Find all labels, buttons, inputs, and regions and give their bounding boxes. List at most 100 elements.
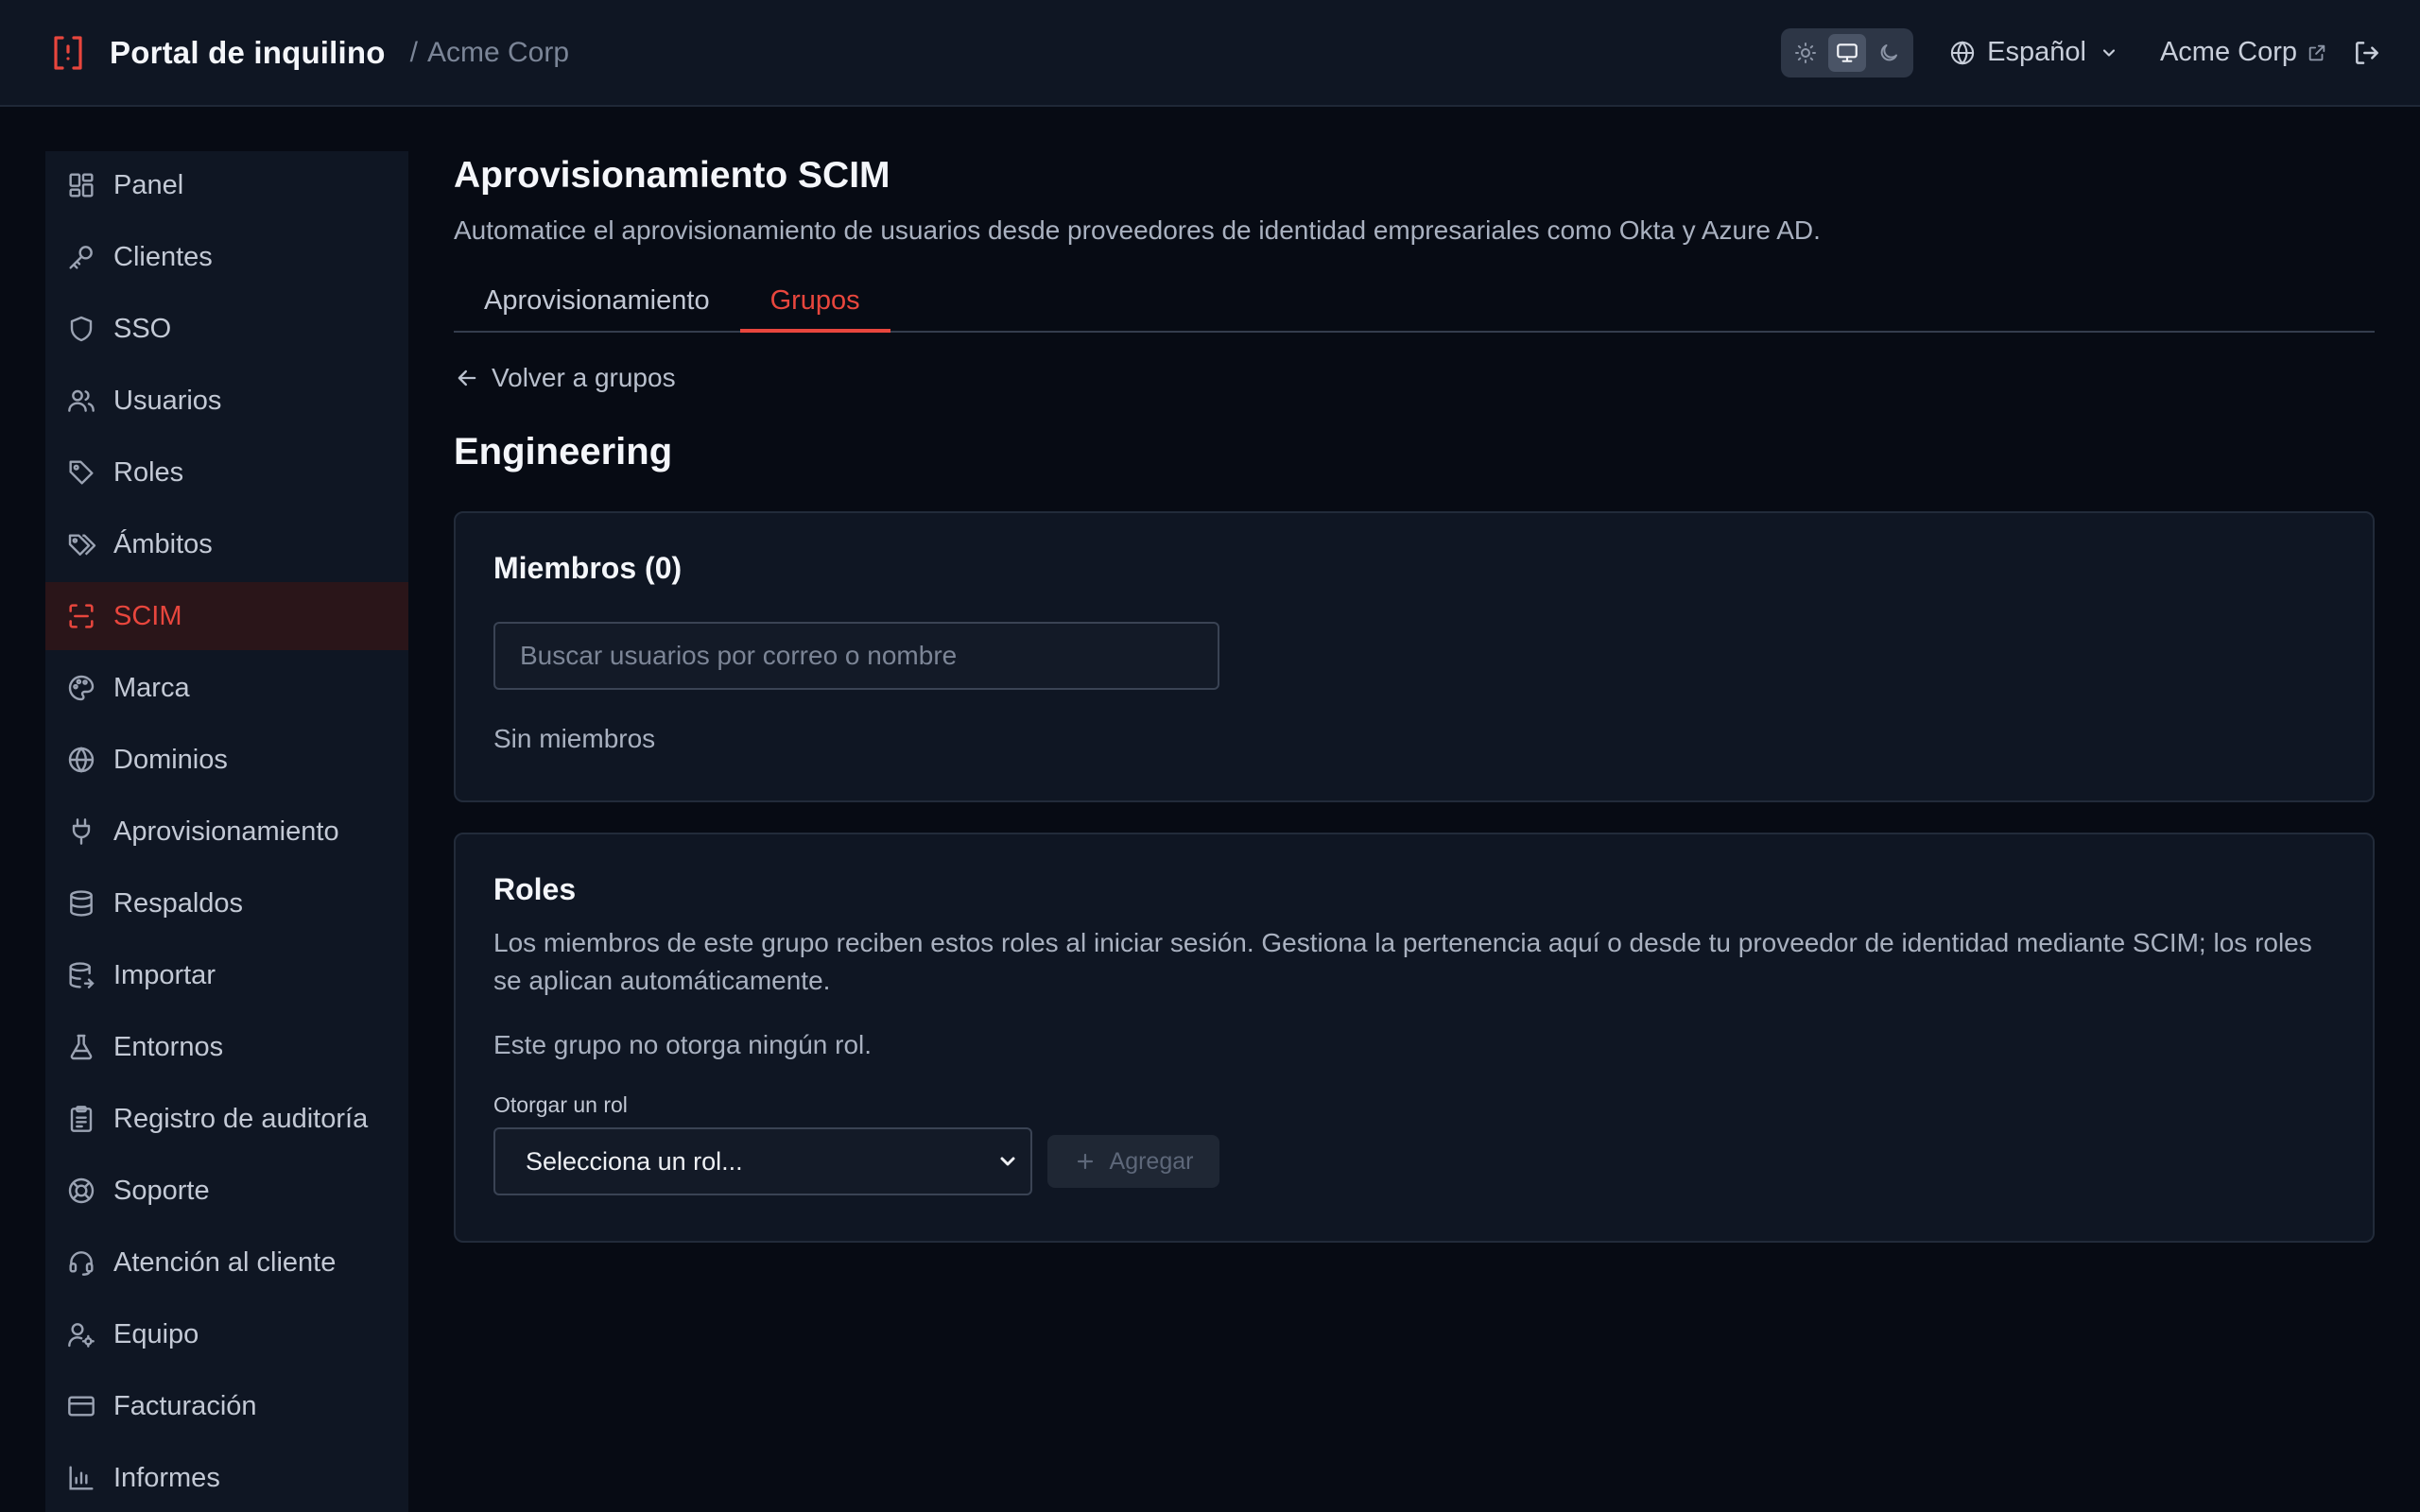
headset-icon (66, 1247, 96, 1278)
language-selector[interactable]: Español (1949, 37, 2118, 68)
credit-card-icon (66, 1391, 96, 1421)
sidebar-item-respaldos[interactable]: Respaldos (45, 869, 408, 937)
sidebar-item-label: Panel (113, 169, 184, 200)
arrow-left-icon (454, 365, 480, 391)
database-icon (66, 888, 96, 919)
sidebar-item-dominios[interactable]: Dominios (45, 726, 408, 794)
plus-icon (1074, 1150, 1097, 1173)
key-icon (66, 242, 96, 272)
palette-icon (66, 673, 96, 703)
shield-icon (66, 314, 96, 344)
members-empty-text: Sin miembros (493, 724, 656, 753)
sun-icon[interactable] (1787, 34, 1824, 72)
globe-icon (1949, 40, 1976, 66)
members-title: Miembros (0) (493, 551, 683, 585)
scan-icon (66, 601, 96, 631)
sidebar-item-facturacion[interactable]: Facturación (45, 1372, 408, 1440)
sidebar-item-sso[interactable]: SSO (45, 295, 408, 363)
member-search-input[interactable] (493, 622, 1219, 690)
database-import-icon (66, 960, 96, 990)
sidebar-item-label: Respaldos (113, 887, 244, 919)
sidebar-item-label: Registro de auditoría (113, 1103, 369, 1134)
moon-icon[interactable] (1870, 34, 1908, 72)
roles-title: Roles (493, 872, 577, 906)
sidebar-item-label: SSO (113, 313, 172, 344)
sidebar-item-label: Soporte (113, 1175, 210, 1206)
sidebar-item-soporte[interactable]: Soporte (45, 1157, 408, 1225)
logout-icon[interactable] (2352, 38, 2382, 68)
sidebar-item-roles[interactable]: Roles (45, 438, 408, 507)
language-label: Español (1987, 37, 2086, 67)
external-link-icon (2307, 43, 2327, 63)
sidebar-item-atencion-cliente[interactable]: Atención al cliente (45, 1228, 408, 1297)
sidebar-item-label: Dominios (113, 744, 228, 775)
sidebar-item-label: Facturación (113, 1390, 257, 1421)
sidebar: Panel Clientes SSO Usuarios Roles Ámbito… (45, 151, 408, 1512)
chevron-down-icon (2100, 43, 2118, 62)
sidebar-item-label: Entornos (113, 1031, 224, 1062)
theme-toggle (1781, 27, 1914, 77)
back-link-label: Volver a grupos (492, 363, 676, 392)
add-role-label: Agregar (1109, 1147, 1194, 1175)
roles-description: Los miembros de este grupo reciben estos… (493, 928, 2312, 995)
sidebar-item-label: Roles (113, 456, 184, 488)
tenant-link[interactable]: Acme Corp (2160, 37, 2327, 68)
tenant-link-label: Acme Corp (2159, 37, 2297, 67)
page-title: Aprovisionamiento SCIM (454, 155, 890, 196)
clipboard-icon (66, 1104, 96, 1134)
plug-icon (66, 816, 96, 847)
sidebar-item-label: Ámbitos (113, 528, 213, 559)
page-subtitle: Automatice el aprovisionamiento de usuar… (454, 215, 1821, 245)
lifebuoy-icon (66, 1176, 96, 1206)
sidebar-item-label: Importar (113, 959, 216, 990)
tags-icon (66, 529, 96, 559)
group-title: Engineering (454, 431, 673, 472)
sidebar-item-clientes[interactable]: Clientes (45, 223, 408, 291)
sidebar-item-label: Aprovisionamiento (113, 816, 339, 847)
tag-icon (66, 457, 96, 488)
sidebar-item-importar[interactable]: Importar (45, 941, 408, 1009)
sidebar-item-usuarios[interactable]: Usuarios (45, 367, 408, 435)
breadcrumb-separator: / (409, 36, 418, 68)
roles-card: Roles Los miembros de este grupo reciben… (454, 833, 2375, 1243)
sidebar-item-marca[interactable]: Marca (45, 654, 408, 722)
breadcrumb-tenant: Acme Corp (426, 36, 570, 68)
tab-aprovisionamiento[interactable]: Aprovisionamiento (454, 270, 740, 331)
brand[interactable]: Portal de inquilino / Acme Corp (51, 34, 569, 72)
sidebar-item-ambitos[interactable]: Ámbitos (45, 510, 408, 578)
flask-icon (66, 1032, 96, 1062)
sidebar-item-label: Informes (113, 1462, 220, 1493)
sidebar-item-aprovisionamiento[interactable]: Aprovisionamiento (45, 798, 408, 866)
sidebar-item-label: Marca (113, 672, 190, 703)
sidebar-item-scim[interactable]: SCIM (45, 582, 408, 650)
monitor-icon[interactable] (1828, 33, 1867, 72)
sidebar-item-informes[interactable]: Informes (45, 1444, 408, 1512)
back-to-groups-link[interactable]: Volver a grupos (454, 363, 2375, 393)
sidebar-item-registro-auditoria[interactable]: Registro de auditoría (45, 1085, 408, 1153)
grant-role-label: Otorgar un rol (493, 1092, 628, 1117)
users-icon (66, 386, 96, 416)
sidebar-item-label: Usuarios (113, 385, 222, 416)
grant-role-row: Selecciona un rol... Agregar (493, 1127, 2335, 1195)
sidebar-item-panel[interactable]: Panel (45, 151, 408, 219)
sidebar-item-label: Atención al cliente (113, 1246, 337, 1278)
role-select[interactable]: Selecciona un rol... (493, 1127, 1032, 1195)
tab-grupos[interactable]: Grupos (739, 270, 890, 333)
add-role-button[interactable]: Agregar (1047, 1135, 1219, 1188)
dashboard-icon (66, 170, 96, 200)
sidebar-item-entornos[interactable]: Entornos (45, 1013, 408, 1081)
main-content: Aprovisionamiento SCIM Automatice el apr… (454, 151, 2375, 1243)
roles-empty-text: Este grupo no otorga ningún rol. (493, 1030, 873, 1059)
brand-title: Portal de inquilino (110, 34, 386, 70)
sidebar-item-equipo[interactable]: Equipo (45, 1300, 408, 1368)
sidebar-item-label: Equipo (113, 1318, 199, 1349)
top-bar: Portal de inquilino / Acme Corp Español … (0, 0, 2420, 107)
sidebar-item-label: Clientes (113, 241, 213, 272)
sidebar-item-label: SCIM (113, 600, 182, 631)
brand-logo-icon (51, 34, 85, 72)
globe-icon (66, 745, 96, 775)
bar-chart-icon (66, 1463, 96, 1493)
user-cog-icon (66, 1319, 96, 1349)
role-select-value: Selecciona un rol... (526, 1146, 743, 1176)
members-card: Miembros (0) Sin miembros (454, 511, 2375, 802)
